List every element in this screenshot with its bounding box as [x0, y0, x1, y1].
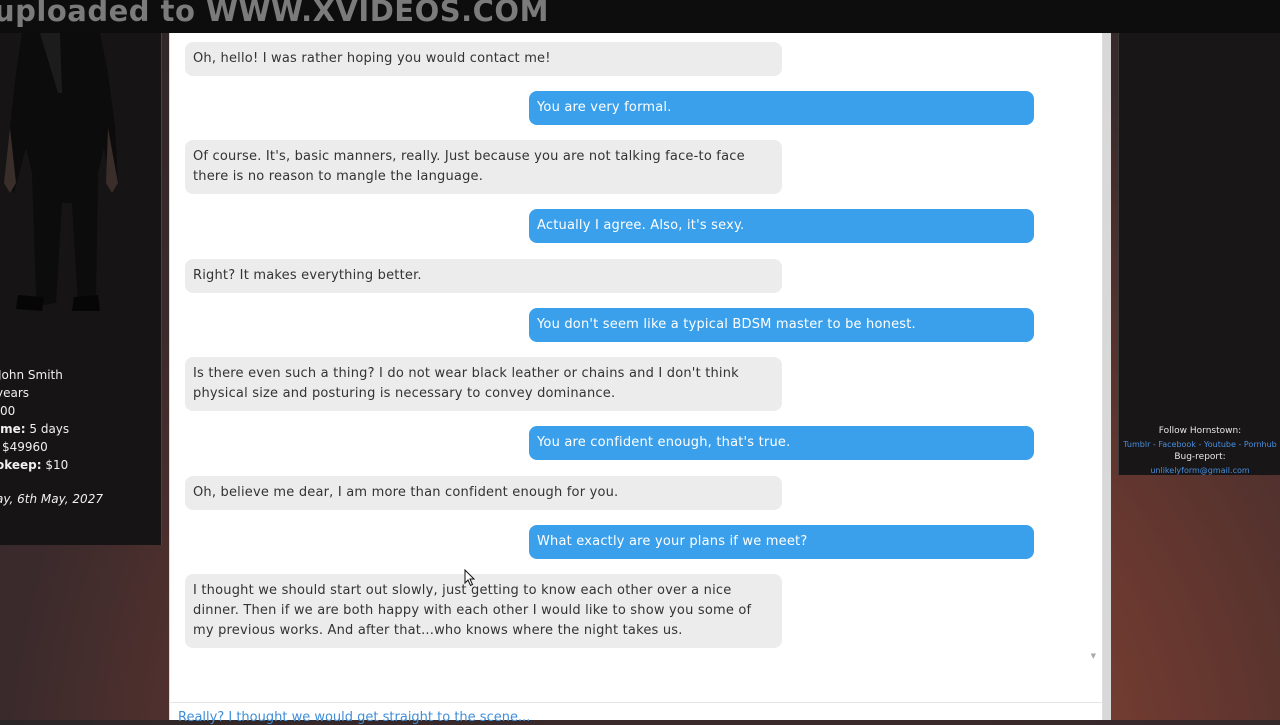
- reply-divider: [170, 702, 1102, 703]
- character-money: $49960: [2, 440, 48, 454]
- social-links[interactable]: Tumblr - Facebook - Youtube - Pornhub: [1119, 438, 1280, 451]
- info-panel: Follow Hornstown: Tumblr - Facebook - Yo…: [1118, 33, 1280, 475]
- playtime-label: ime:: [0, 422, 26, 436]
- character-portrait: [0, 33, 161, 333]
- incoming-message-bubble: I thought we should start out slowly, ju…: [185, 574, 782, 648]
- incoming-message-bubble: Of course. It's, basic manners, really. …: [185, 140, 782, 194]
- outgoing-message-bubble: What exactly are your plans if we meet?: [529, 525, 1034, 559]
- watermark-text: uploaded to WWW.XVIDEOS.COM: [0, 0, 549, 28]
- current-date: ay, 6th May, 2027: [0, 492, 103, 506]
- character-playtime: ime: 5 days: [0, 420, 103, 438]
- character-time: :00: [0, 404, 16, 418]
- outgoing-message-bubble: You don't seem like a typical BDSM maste…: [529, 308, 1034, 342]
- character-panel: John Smith years :00 ime: 5 days $49960 …: [0, 33, 162, 545]
- outgoing-message-bubble: Actually I agree. Also, it's sexy.: [529, 209, 1034, 243]
- upkeep-label: okeep:: [0, 458, 42, 472]
- follow-section: Follow Hornstown: Tumblr - Facebook - Yo…: [1119, 425, 1280, 477]
- incoming-message-bubble: Right? It makes everything better.: [185, 259, 782, 293]
- mouse-cursor-icon: [464, 569, 476, 587]
- bug-report-label: Bug-report:: [1174, 452, 1226, 462]
- character-age: years: [0, 386, 30, 400]
- follow-label: Follow Hornstown:: [1158, 426, 1242, 436]
- watermark-bar: uploaded to WWW.XVIDEOS.COM: [0, 0, 1280, 33]
- reply-option-link[interactable]: Really? I thought we would get straight …: [178, 710, 530, 725]
- outgoing-message-bubble: You are confident enough, that's true.: [529, 426, 1034, 460]
- scroll-down-icon[interactable]: ▼: [1091, 652, 1096, 660]
- character-upkeep: okeep: $10: [0, 456, 103, 474]
- bug-report-email[interactable]: unlikelyform@gmail.com: [1119, 464, 1280, 477]
- chat-panel: Oh, hello! I was rather hoping you would…: [169, 33, 1111, 725]
- playtime-value: 5 days: [25, 422, 70, 436]
- character-stats: John Smith years :00 ime: 5 days $49960 …: [0, 366, 103, 508]
- incoming-message-bubble: Is there even such a thing? I do not wea…: [185, 357, 782, 411]
- character-name: John Smith: [0, 368, 63, 382]
- incoming-message-bubble: Oh, believe me dear, I am more than conf…: [185, 476, 782, 510]
- incoming-message-bubble: Oh, hello! I was rather hoping you would…: [185, 42, 782, 76]
- upkeep-value: $10: [41, 458, 69, 472]
- outgoing-message-bubble: You are very formal.: [529, 91, 1034, 125]
